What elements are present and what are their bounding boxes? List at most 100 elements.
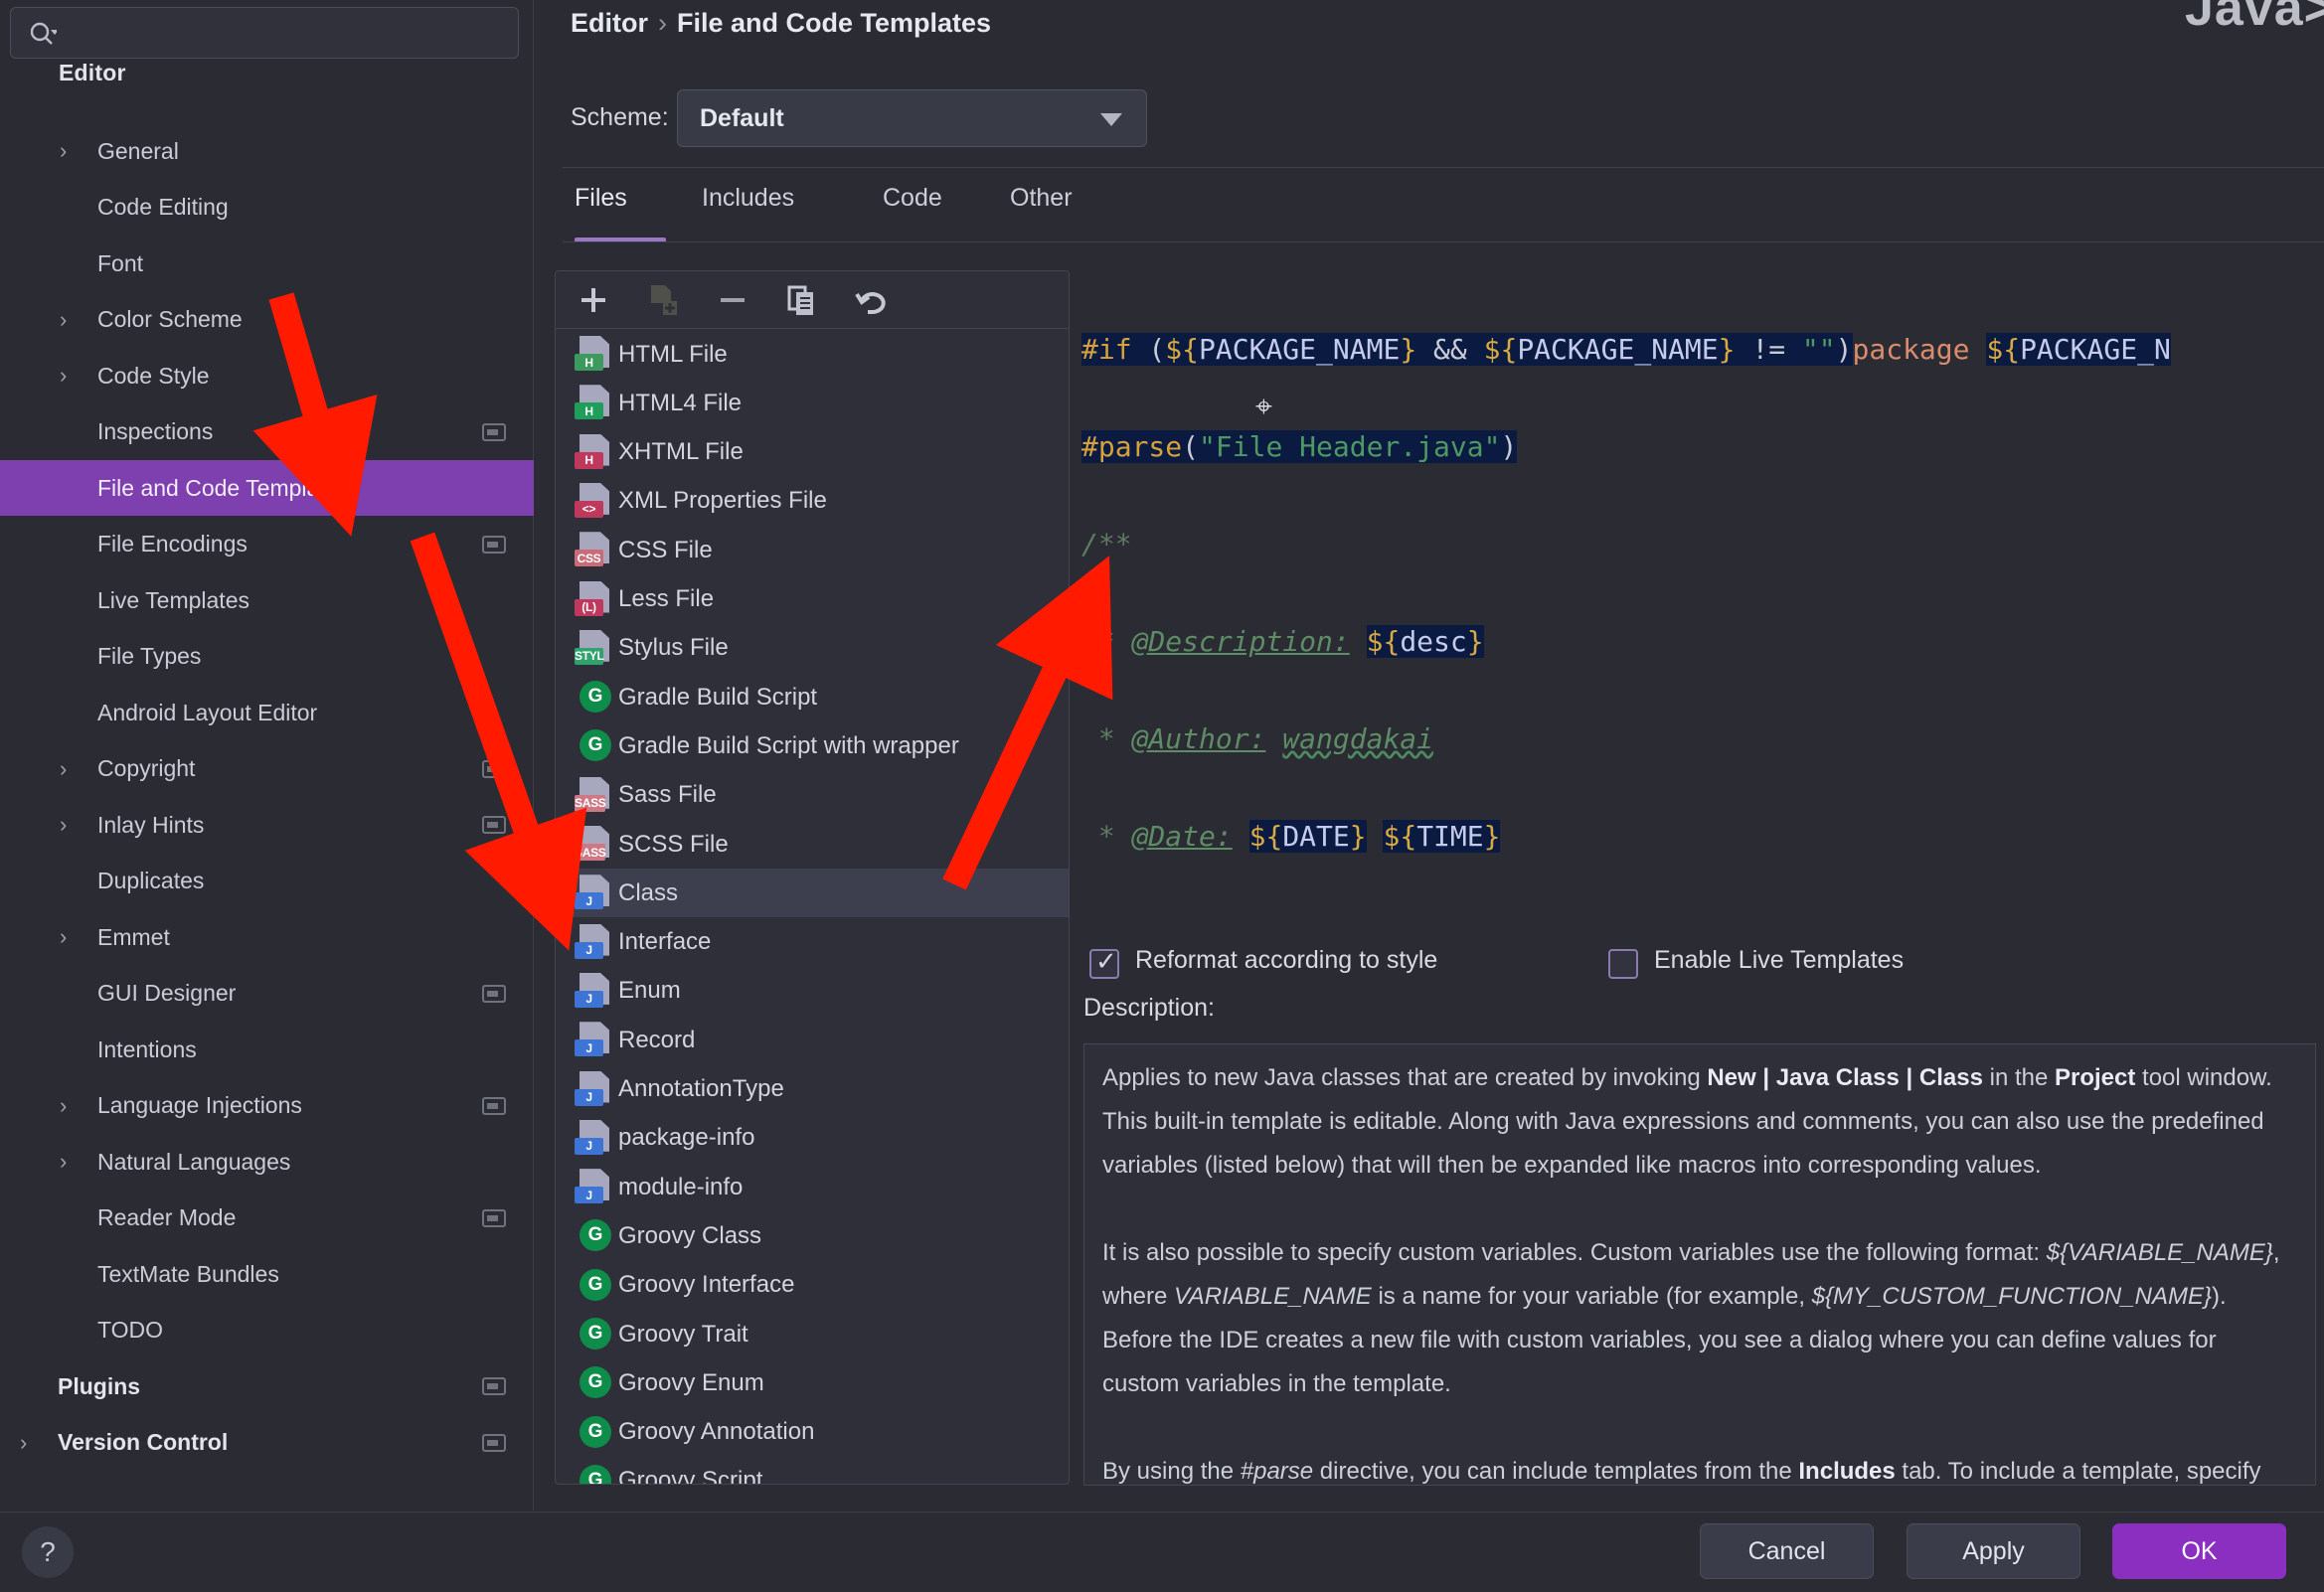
sidebar-item-todo[interactable]: TODO [0,1303,534,1358]
template-list-item[interactable]: J Class [556,869,1069,918]
sidebar-item-duplicates[interactable]: Duplicates [0,854,534,909]
sidebar-item-plugins[interactable]: Plugins [0,1358,534,1414]
sidebar-item-file-encodings[interactable]: File Encodings [0,517,534,572]
sidebar-item-label: Code Style [97,362,210,389]
live-templates-checkbox[interactable] [1608,949,1638,979]
sidebar-item-code-editing[interactable]: Code Editing [0,180,534,236]
code-line: #if (${PACKAGE_NAME} && ${PACKAGE_NAME} … [1081,333,2171,366]
sidebar-item-gui-designer[interactable]: GUI Designer [0,966,534,1022]
chevron-right-icon[interactable]: › [60,308,78,330]
sidebar-item-inlay-hints[interactable]: › Inlay Hints [0,797,534,853]
sidebar-item-textmate-bundles[interactable]: TextMate Bundles [0,1246,534,1302]
apply-button[interactable]: Apply [1907,1523,2080,1579]
file-type-icon: J [556,875,615,911]
template-list-item[interactable]: G Gradle Build Script with wrapper [556,721,1069,770]
dialog-footer: ? Cancel Apply OK [0,1512,2324,1592]
sidebar-item-code-style[interactable]: › Code Style [0,348,534,403]
sidebar-item-color-scheme[interactable]: › Color Scheme [0,292,534,348]
chevron-right-icon[interactable]: › [60,814,78,836]
sidebar-item-file-and-code-templates[interactable]: File and Code Templates [0,460,534,516]
template-list-item[interactable]: J Interface [556,918,1069,967]
template-list-item[interactable]: H HTML File [556,330,1069,379]
code-line: * @Description: ${desc} [1081,625,1484,658]
sidebar-item-label: Duplicates [97,868,205,893]
chevron-right-icon[interactable]: › [60,926,78,948]
tab-includes[interactable]: Includes [702,184,794,221]
search-input[interactable] [67,8,504,58]
template-list-item[interactable]: G Groovy Class [556,1211,1069,1260]
sidebar-item-version-control[interactable]: › Version Control [0,1415,534,1471]
sidebar-item-font[interactable]: Font [0,236,534,291]
scheme-dropdown[interactable]: Default [677,89,1147,147]
template-list-item[interactable]: G Groovy Annotation [556,1408,1069,1457]
sidebar-item-live-templates[interactable]: Live Templates [0,572,534,628]
cancel-button[interactable]: Cancel [1700,1523,1874,1579]
search-field-wrapper[interactable] [10,7,519,59]
template-list-item[interactable]: G Groovy Interface [556,1261,1069,1310]
chevron-right-icon[interactable]: › [60,1151,78,1173]
breadcrumb-root[interactable]: Editor [571,8,648,38]
remove-template-button[interactable] [713,281,752,319]
sidebar-item-label: Font [97,249,144,276]
sidebar-item-emmet[interactable]: › Emmet [0,909,534,965]
template-list-item[interactable]: G Groovy Script [556,1457,1069,1485]
file-type-icon: J [556,1070,615,1108]
template-list-item[interactable]: G Groovy Trait [556,1310,1069,1358]
chevron-right-icon[interactable]: › [60,140,78,162]
copy-template-button[interactable] [782,281,822,319]
sidebar-item-inspections[interactable]: Inspections [0,404,534,460]
template-list-item[interactable]: G Gradle Build Script [556,673,1069,721]
template-list-item[interactable]: Jmodule-info [556,1163,1069,1211]
ok-button[interactable]: OK [2112,1523,2286,1579]
sidebar-item-reader-mode[interactable]: Reader Mode [0,1191,534,1246]
tab-other[interactable]: Other [1010,184,1073,221]
reset-template-button[interactable] [852,281,892,319]
template-list-item[interactable]: SASS SCSS File [556,820,1069,869]
chevron-right-icon[interactable]: › [20,1431,38,1453]
sidebar-item-file-types[interactable]: File Types [0,629,534,685]
template-list-item[interactable]: J Enum [556,967,1069,1016]
template-list-item[interactable]: J AnnotationType [556,1065,1069,1114]
template-list-item[interactable]: STYL Stylus File [556,624,1069,673]
template-list-item[interactable]: J Record [556,1016,1069,1064]
sidebar-item-label: Code Editing [97,194,229,220]
reformat-checkbox[interactable] [1089,946,1119,979]
sidebar-item-general[interactable]: › General [0,123,534,179]
chevron-right-icon[interactable]: › [60,365,78,387]
help-button[interactable]: ? [22,1526,74,1578]
template-list-item[interactable]: Jpackage-info [556,1114,1069,1163]
template-list-item-label: Interface [618,928,712,956]
tab-code[interactable]: Code [883,184,942,221]
template-list-item[interactable]: <> XML Properties File [556,477,1069,526]
file-type-icon: H [556,385,615,421]
template-list-item-label: Groovy Script [618,1467,763,1485]
template-list-item-label: Groovy Trait [618,1320,748,1348]
groovy-file-icon: G [556,1464,615,1484]
file-type-icon: STYL [556,629,615,667]
template-list[interactable]: H HTML File H HTML4 File H XHTML File <> XML Pr… [556,330,1069,1484]
template-list-item[interactable]: SASS Sass File [556,771,1069,820]
template-list-item[interactable]: G Groovy Enum [556,1358,1069,1407]
template-list-toolbar [556,271,1069,329]
scheme-selected-value: Default [700,104,784,132]
template-list-item-label: AnnotationType [618,1075,784,1102]
template-list-item[interactable]: (L) Less File [556,575,1069,624]
add-template-button[interactable] [574,281,613,319]
template-code-editor[interactable]: #if (${PACKAGE_NAME} && ${PACKAGE_NAME} … [1081,270,2324,908]
code-line: #parse("File Header.java") [1081,430,1518,463]
sidebar-item-natural-languages[interactable]: › Natural Languages [0,1134,534,1190]
template-list-item[interactable]: H HTML4 File [556,379,1069,427]
template-list-item-label: Groovy Annotation [618,1418,815,1446]
tab-files[interactable]: Files [575,184,627,221]
template-list-item[interactable]: CSS CSS File [556,526,1069,574]
chevron-right-icon[interactable]: › [60,757,78,779]
sidebar-item-intentions[interactable]: Intentions [0,1022,534,1077]
chevron-right-icon[interactable]: › [60,1094,78,1116]
template-list-item[interactable]: H XHTML File [556,428,1069,477]
sidebar-item-android-layout-editor[interactable]: Android Layout Editor [0,685,534,740]
template-list-item-label: CSS File [618,536,713,563]
groovy-file-icon: G [556,1317,615,1353]
sidebar-item-language-injections[interactable]: › Language Injections [0,1078,534,1134]
sidebar-item-copyright[interactable]: › Copyright [0,741,534,797]
tabbar-divider [563,241,2324,242]
